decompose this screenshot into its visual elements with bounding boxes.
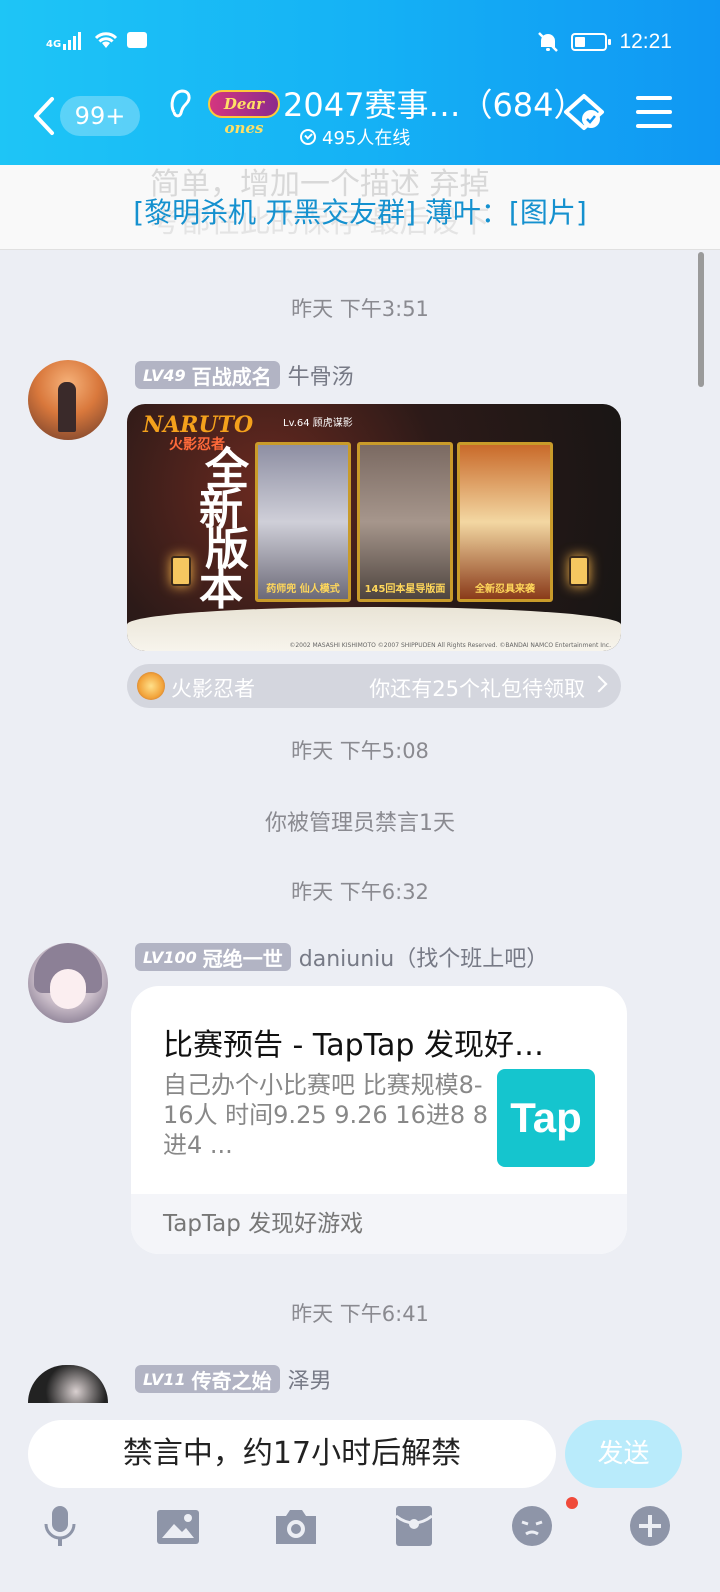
status-time: 12:21 [619, 30, 672, 53]
timestamp: 昨天 下午6:41 [291, 1302, 429, 1326]
cellular-signal-icon: 4G [46, 30, 85, 50]
sender-row: LV100 冠绝一世 daniuniu（找个班上吧） [135, 941, 548, 973]
check-circle-icon [300, 129, 316, 145]
sender-row: LV49 百战成名 牛骨汤 [135, 359, 354, 391]
ear-mode-icon[interactable] [166, 86, 194, 120]
taptap-logo: Tap [497, 1069, 595, 1167]
character-card: 145回本星导版面 [357, 442, 453, 602]
send-button[interactable]: 发送 [565, 1420, 682, 1488]
gift-text: 你还有25个礼包待领取 [369, 677, 585, 701]
game-source-bar[interactable]: 火影忍者 你还有25个礼包待领取 [127, 664, 621, 708]
timestamp: 昨天 下午3:51 [291, 297, 429, 321]
pinned-message-text: [黎明杀机 开黑交友群] 薄叶：[图片] [133, 196, 587, 229]
lantern-icon [171, 556, 191, 586]
red-packet-icon[interactable] [392, 1504, 436, 1548]
game-icon [137, 672, 165, 700]
timestamp: 昨天 下午6:32 [291, 880, 429, 904]
chevron-right-icon [590, 675, 608, 693]
notification-dot [566, 1497, 578, 1509]
online-status[interactable]: 495人在线 [300, 124, 410, 150]
camera-icon[interactable] [274, 1504, 318, 1548]
online-count: 495人在线 [322, 128, 411, 149]
menu-icon[interactable] [636, 96, 672, 130]
avatar[interactable] [28, 360, 108, 440]
level-badge: LV11 传奇之始 [135, 1365, 280, 1393]
level-title: 百战成名 [191, 364, 272, 389]
group-app-icon[interactable] [560, 90, 610, 136]
status-bar: 4G 12:21 [0, 24, 720, 64]
battery-icon [571, 33, 612, 51]
character-card: 药师兜 仙人模式 [255, 442, 351, 602]
group-logo: Dear ones [208, 90, 280, 137]
lantern-icon [569, 556, 589, 586]
level-number: LV49 [143, 365, 186, 385]
link-card-description: 自己办个小比赛吧 比赛规模8-16人 时间9.25 9.26 16进8 8进4 … [163, 1071, 489, 1159]
avatar[interactable] [28, 943, 108, 1023]
microphone-icon[interactable] [38, 1504, 82, 1548]
link-share-card[interactable]: 比赛预告 - TapTap 发现好… 自己办个小比赛吧 比赛规模8-16人 时间… [131, 986, 627, 1254]
system-message: 你被管理员禁言1天 [265, 811, 455, 836]
chat-header: 4G 12:21 99+ Dear ones 2047赛事…（684） 495人… [0, 0, 720, 165]
pinned-message-banner[interactable]: 简单，增加一个描述 弃掉 考都在此的保存 最后设下 [黎明杀机 开黑交友群] 薄… [0, 165, 720, 250]
input-toolbar [0, 1504, 720, 1564]
level-tag: Lv.64 顾虎谋影 [283, 418, 353, 429]
copyright-text: ©2002 MASASHI KISHIMOTO ©2007 SHIPPUDEN … [289, 642, 611, 649]
image-icon[interactable] [156, 1504, 200, 1548]
unread-badge[interactable]: 99+ [60, 96, 140, 136]
level-title: 冠绝一世 [202, 946, 283, 971]
headline-char: 本 [199, 564, 243, 615]
sender-nickname[interactable]: 泽男 [288, 1363, 332, 1395]
mute-bell-icon [538, 32, 559, 52]
sender-row: LV11 传奇之始 泽男 [135, 1363, 332, 1395]
avatar[interactable] [28, 1365, 108, 1403]
group-title[interactable]: 2047赛事…（684） [283, 80, 586, 126]
sender-nickname[interactable]: 牛骨汤 [288, 359, 354, 391]
level-number: LV100 [143, 947, 197, 967]
image-message[interactable]: NARUTO 火影忍者 全 新 版 本 Lv.64 顾虎谋影 药师兜 仙人模式 … [127, 404, 621, 651]
hd-sms-icon [127, 32, 148, 48]
level-number: LV11 [143, 1369, 186, 1389]
timestamp: 昨天 下午5:08 [291, 739, 429, 763]
card-caption: 药师兜 仙人模式 [266, 584, 340, 595]
game-name: 火影忍者 [171, 677, 255, 701]
character-card: 全新忍具来袭 [457, 442, 553, 602]
wifi-icon [95, 32, 118, 48]
input-area: 禁言中，约17小时后解禁 发送 [0, 1404, 720, 1592]
card-caption: 全新忍具来袭 [475, 584, 535, 595]
level-title: 传奇之始 [191, 1368, 272, 1393]
level-badge: LV49 百战成名 [135, 361, 280, 389]
card-caption: 145回本星导版面 [364, 584, 446, 595]
sender-nickname[interactable]: daniuniu（找个班上吧） [299, 941, 548, 973]
link-card-source: TapTap 发现好游戏 [131, 1194, 627, 1254]
back-icon[interactable] [30, 95, 60, 137]
link-card-title: 比赛预告 - TapTap 发现好… [163, 1028, 545, 1063]
level-badge: LV100 冠绝一世 [135, 943, 291, 971]
plus-icon[interactable] [628, 1504, 672, 1548]
network-type: 4G [46, 39, 62, 50]
emoji-icon[interactable] [510, 1504, 554, 1548]
muted-input-box: 禁言中，约17小时后解禁 [28, 1420, 556, 1488]
